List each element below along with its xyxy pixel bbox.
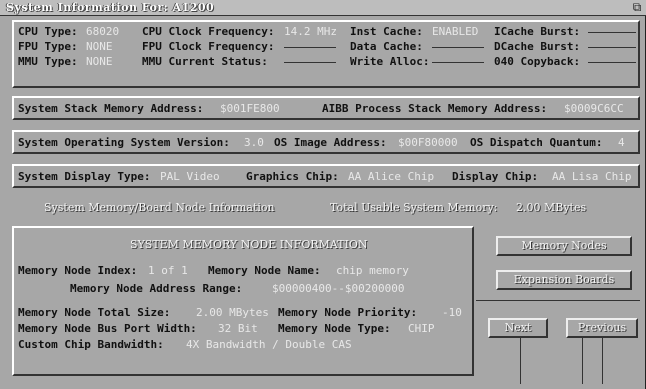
os-panel: System Operating System Version: 3.0 OS … — [12, 130, 640, 154]
total-memory-label: Total Usable System Memory: — [330, 201, 498, 214]
system-info-window: System Information For: A1200 ⧉ CPU Type… — [0, 0, 646, 389]
depth-gadget-icon[interactable]: ⧉ — [630, 1, 644, 14]
os-quantum-label: OS Dispatch Quantum: — [470, 136, 603, 149]
os-quantum-value: 4 — [618, 136, 625, 149]
mmu-status-label: MMU Current Status: — [142, 55, 268, 68]
node-info-heading: SYSTEM MEMORY NODE INFORMATION — [130, 238, 368, 251]
system-stack-label: System Stack Memory Address: — [18, 102, 204, 115]
display-panel: System Display Type: PAL Video Graphics … — [12, 164, 640, 188]
mmu-type-value: NONE — [86, 55, 113, 68]
display-chip-label: Display Chip: — [452, 170, 539, 183]
os-image-label: OS Image Address: — [274, 136, 387, 149]
button-area-rule-3 — [602, 334, 603, 384]
cpu-panel: CPU Type: 68020 FPU Type: NONE MMU Type:… — [12, 20, 640, 88]
cpu-clock-label: CPU Clock Frequency: — [142, 25, 275, 38]
chip-bandwidth-label: Custom Chip Bandwidth: — [18, 338, 164, 351]
memory-node-panel: SYSTEM MEMORY NODE INFORMATION Memory No… — [12, 226, 474, 376]
cpu-type-value: 68020 — [86, 25, 120, 38]
os-image-value: $00F80000 — [398, 136, 458, 149]
node-name-value: chip memory — [336, 264, 409, 277]
fpu-type-label: FPU Type: — [18, 40, 78, 53]
node-priority-label: Memory Node Priority: — [278, 306, 418, 319]
node-type-value: CHIP — [408, 322, 435, 335]
node-index-value: 1 of 1 — [148, 264, 188, 277]
data-cache-label: Data Cache: — [350, 40, 423, 53]
node-total-size-label: Memory Node Total Size: — [18, 306, 171, 319]
button-area-rule-2 — [582, 334, 583, 384]
expansion-boards-button[interactable]: Expansion Boards — [496, 270, 632, 290]
dcache-burst-label: DCache Burst: — [494, 40, 581, 53]
inst-cache-label: Inst Cache: — [350, 25, 423, 38]
node-name-label: Memory Node Name: — [208, 264, 321, 277]
graphics-chip-value: AA Alice Chip — [348, 170, 435, 183]
display-type-value: PAL Video — [160, 170, 220, 183]
fpu-clock-label: FPU Clock Frequency: — [142, 40, 275, 53]
button-area-divider — [476, 300, 640, 301]
process-stack-label: AIBB Process Stack Memory Address: — [322, 102, 548, 115]
node-range-value: $00000400--$00200000 — [272, 282, 405, 295]
stack-panel: System Stack Memory Address: $001FE800 A… — [12, 96, 640, 120]
display-chip-value: AA Lisa Chip — [552, 170, 632, 183]
memory-section-tab[interactable]: System Memory/Board Node Information — [44, 201, 275, 214]
os-version-label: System Operating System Version: — [18, 136, 230, 149]
chip-bandwidth-value: 4X Bandwidth / Double CAS — [186, 338, 352, 351]
system-stack-value: $001FE800 — [220, 102, 280, 115]
inst-cache-value: ENABLED — [432, 25, 479, 38]
mmu-status-empty — [284, 62, 336, 63]
cpu-type-label: CPU Type: — [18, 25, 78, 38]
fpu-type-value: NONE — [86, 40, 113, 53]
process-stack-value: $0009C6CC — [564, 102, 624, 115]
next-button[interactable]: Next — [488, 318, 548, 338]
fpu-clock-empty — [284, 47, 336, 48]
data-cache-empty — [432, 47, 484, 48]
icache-burst-empty — [588, 32, 636, 33]
title-bar[interactable]: System Information For: A1200 ⧉ — [0, 0, 646, 16]
node-priority-value: -10 — [442, 306, 462, 319]
display-type-label: System Display Type: — [18, 170, 151, 183]
total-memory-value: 2.00 MBytes — [516, 201, 587, 214]
graphics-chip-label: Graphics Chip: — [246, 170, 339, 183]
copyback-label: 040 Copyback: — [494, 55, 581, 68]
button-area-rule-1 — [520, 334, 521, 384]
node-type-label: Memory Node Type: — [278, 322, 391, 335]
copyback-empty — [588, 62, 636, 63]
node-bus-width-value: 32 Bit — [218, 322, 258, 335]
node-index-label: Memory Node Index: — [18, 264, 138, 277]
node-bus-width-label: Memory Node Bus Port Width: — [18, 322, 197, 335]
os-version-value: 3.0 — [244, 136, 264, 149]
icache-burst-label: ICache Burst: — [494, 25, 581, 38]
node-total-size-value: 2.00 MBytes — [196, 306, 269, 319]
window-title: System Information For: A1200 — [6, 1, 215, 14]
node-range-label: Memory Node Address Range: — [70, 282, 243, 295]
memory-nodes-button[interactable]: Memory Nodes — [496, 236, 632, 256]
mmu-type-label: MMU Type: — [18, 55, 78, 68]
previous-button[interactable]: Previous — [566, 318, 638, 338]
write-alloc-empty — [432, 62, 484, 63]
cpu-clock-value: 14.2 MHz — [284, 25, 337, 38]
write-alloc-label: Write Alloc: — [350, 55, 430, 68]
dcache-burst-empty — [588, 47, 636, 48]
